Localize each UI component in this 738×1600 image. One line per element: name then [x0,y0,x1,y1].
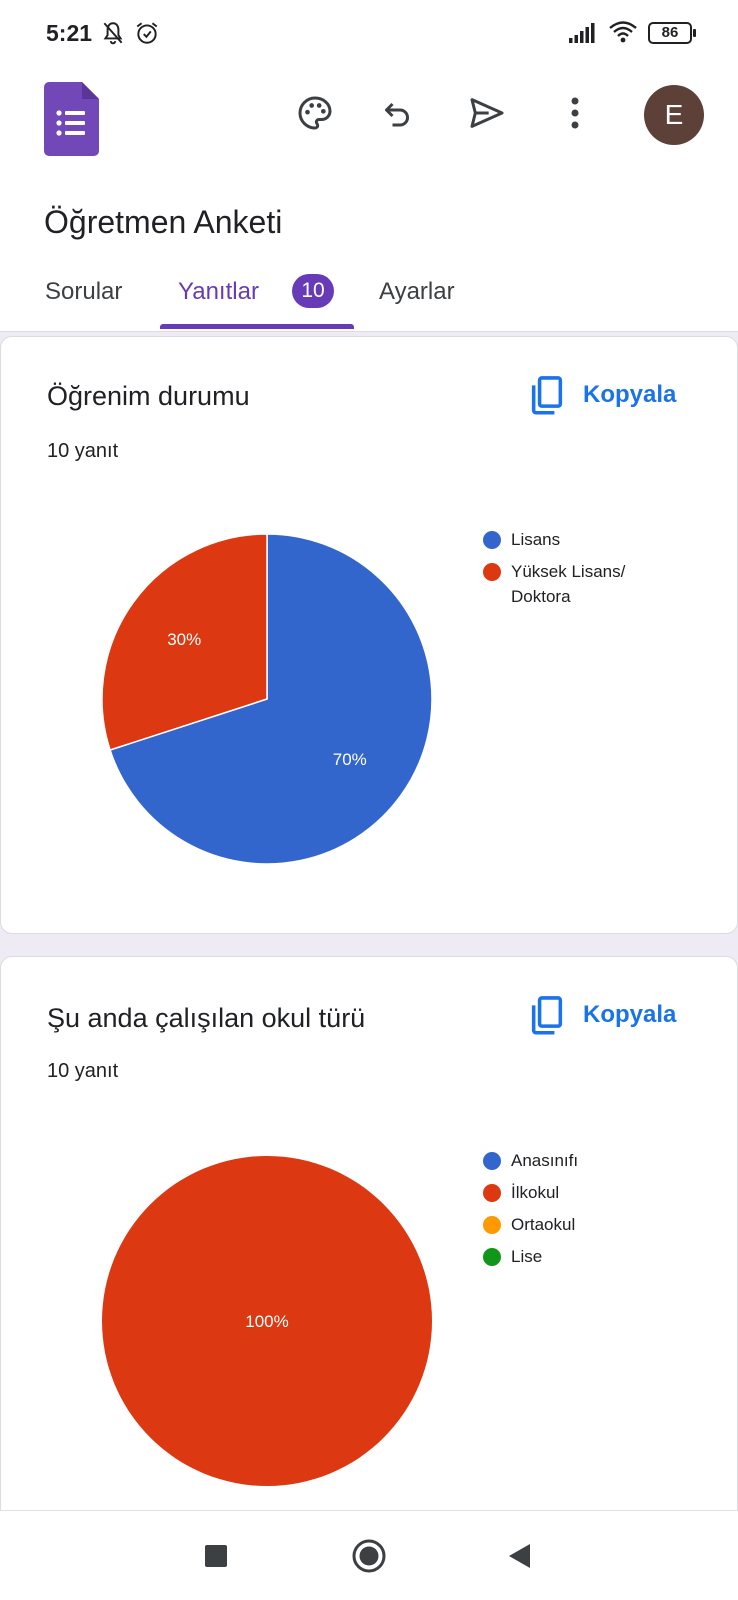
tab-settings[interactable]: Ayarlar [379,278,455,306]
app-header: E Öğretmen Anketi Sorular Yanıtlar 10 Ay… [0,56,738,332]
legend-label: Anasınıfı [511,1151,579,1170]
google-forms-logo[interactable] [44,82,99,156]
tab-questions[interactable]: Sorular [45,278,122,306]
undo-button[interactable] [372,88,422,138]
copy-icon [531,996,563,1035]
status-time: 5:21 [46,20,93,46]
legend-item: İlkokul [483,1183,661,1205]
form-title: Öğretmen Anketi [44,204,283,240]
copy-label: Kopyala [583,381,677,408]
legend-swatch [483,1184,501,1202]
copy-chart-button[interactable]: Kopyala [529,995,676,1035]
response-count: 10 yanıt [47,1060,119,1082]
response-count: 10 yanıt [47,440,119,462]
legend-label: Lisans [511,530,561,549]
alarm-icon [136,22,158,44]
legend-item: Ortaokul [483,1215,661,1237]
back-triangle-icon[interactable] [508,1543,532,1569]
wifi-icon [609,21,637,43]
question-title: Öğrenim durumu [47,381,250,411]
chart-legend: Anasınıfı İlkokul Ortaokul Lise [483,1151,661,1279]
legend-swatch [483,531,501,549]
pie-chart: 100% [102,1156,432,1486]
undo-icon [385,102,409,127]
pie-slice-label: 70% [333,750,367,769]
status-bar: 5:21 86 [0,0,738,56]
legend-label: İlkokul [511,1183,560,1202]
question-card: Öğrenim durumu 10 yanıt Kopyala 70% 30% L… [0,336,738,934]
signal-icon [569,23,595,43]
notifications-off-icon [103,22,123,45]
legend-label: Lise [511,1247,543,1266]
legend-swatch [483,563,501,581]
pie-slice-label: 100% [245,1312,288,1331]
pie-chart: 70% 30% [101,533,433,865]
responses-count-badge: 10 [292,274,334,308]
tab-responses[interactable]: Yanıtlar [178,278,259,306]
chart-legend: Lisans Yüksek Lisans/ Doktora [483,530,661,619]
account-avatar[interactable]: E [644,85,704,145]
legend-item: Yüksek Lisans/ Doktora [483,562,661,609]
copy-chart-button[interactable]: Kopyala [529,375,676,415]
palette-button[interactable] [290,88,340,138]
send-button[interactable] [462,88,512,138]
legend-item: Anasınıfı [483,1151,661,1173]
system-nav-bar [0,1510,738,1600]
home-circle-icon[interactable] [352,1539,386,1573]
pie-slice-label: 30% [167,630,201,649]
legend-item: Lisans [483,530,661,552]
copy-label: Kopyala [583,1001,677,1028]
battery-indicator: 86 [648,22,696,44]
more-options-button[interactable] [550,88,600,138]
legend-label: Yüksek Lisans/ Doktora [511,562,626,606]
legend-swatch [483,1216,501,1234]
copy-icon [531,376,563,415]
question-card: Şu anda çalışılan okul türü 10 yanıt Kop… [0,956,738,1556]
legend-label: Ortaokul [511,1215,576,1234]
palette-icon [298,96,332,130]
active-tab-indicator [160,324,354,329]
legend-swatch [483,1152,501,1170]
legend-swatch [483,1248,501,1266]
legend-item: Lise [483,1247,661,1269]
send-icon [470,98,504,128]
question-title: Şu anda çalışılan okul türü [47,1003,366,1033]
recents-square-icon[interactable] [205,1545,227,1567]
more-vert-icon [571,97,579,129]
